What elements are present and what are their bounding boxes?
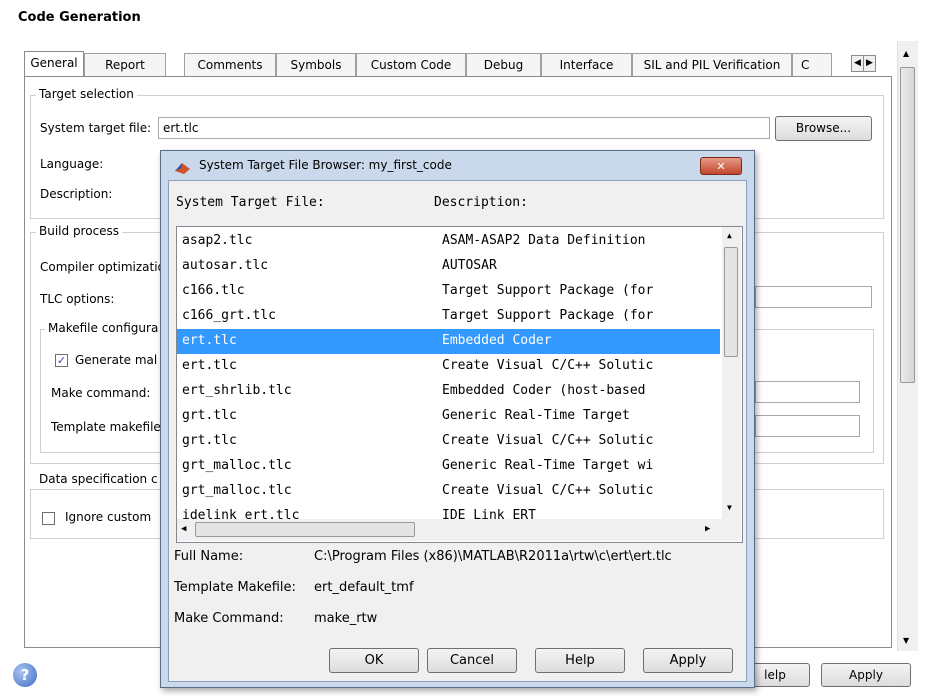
make-command-value: make_rtw bbox=[314, 611, 378, 626]
list-horizontal-scrollbar[interactable]: ◀ ▶ bbox=[177, 519, 741, 541]
main-vertical-scrollbar[interactable]: ▲ ▼ bbox=[897, 41, 918, 651]
template-makefile-label: Template Makefile: bbox=[174, 580, 296, 595]
list-item-description: Generic Real-Time Target wi bbox=[442, 458, 654, 473]
list-scroll-right-icon[interactable]: ▶ bbox=[705, 524, 710, 534]
list-item-description: Generic Real-Time Target bbox=[442, 408, 630, 423]
template-makefile-field[interactable] bbox=[755, 415, 860, 437]
list-item-file: grt_malloc.tlc bbox=[182, 483, 292, 498]
list-scroll-thumb[interactable] bbox=[724, 247, 738, 357]
column-header-description: Description: bbox=[434, 195, 528, 210]
tab-interface[interactable]: Interface bbox=[541, 53, 632, 76]
tab-sil-pil[interactable]: SIL and PIL Verification bbox=[632, 53, 792, 76]
dialog-body: System Target File: Description: asap2.t… bbox=[168, 180, 747, 682]
full-name-label: Full Name: bbox=[174, 549, 244, 564]
matlab-icon bbox=[175, 163, 190, 174]
scroll-up-icon[interactable]: ▲ bbox=[903, 49, 909, 58]
browse-button[interactable]: Browse... bbox=[775, 116, 872, 141]
scroll-down-icon[interactable]: ▼ bbox=[903, 636, 909, 645]
dialog-title: System Target File Browser: my_first_cod… bbox=[199, 158, 452, 172]
list-item-description: Target Support Package (for bbox=[442, 283, 654, 298]
tab-general[interactable]: General bbox=[24, 51, 84, 76]
tab-report[interactable]: Report bbox=[84, 53, 166, 76]
build-process-title: Build process bbox=[36, 224, 123, 238]
make-command-label: Make command: bbox=[51, 386, 151, 400]
list-item[interactable]: c166_grt.tlc Target Support Package (for bbox=[177, 304, 720, 329]
list-item-description: Embedded Coder (host-based bbox=[442, 383, 646, 398]
list-item[interactable]: grt.tlc Create Visual C/C++ Solutic bbox=[177, 429, 720, 454]
apply-button[interactable]: Apply bbox=[643, 648, 733, 673]
help-icon[interactable]: ? bbox=[13, 663, 37, 687]
list-item-description: Target Support Package (for bbox=[442, 308, 654, 323]
cancel-button[interactable]: Cancel bbox=[427, 648, 517, 673]
full-name-value: C:\Program Files (x86)\MATLAB\R2011a\rtw… bbox=[314, 549, 672, 564]
description-label: Description: bbox=[40, 187, 113, 201]
column-header-file: System Target File: bbox=[176, 195, 325, 210]
system-target-field[interactable]: ert.tlc bbox=[158, 117, 770, 139]
list-item[interactable]: grt_malloc.tlc Create Visual C/C++ Soluti… bbox=[177, 479, 720, 504]
list-item[interactable]: asap2.tlc ASAM-ASAP2 Data Definition bbox=[177, 229, 720, 254]
list-item[interactable]: grt.tlc Generic Real-Time Target bbox=[177, 404, 720, 429]
tab-symbols[interactable]: Symbols bbox=[276, 53, 356, 76]
list-scroll-left-icon[interactable]: ◀ bbox=[181, 524, 186, 534]
list-item-description: Embedded Coder bbox=[442, 333, 552, 348]
tab-debug[interactable]: Debug bbox=[466, 53, 541, 76]
tab-comments[interactable]: Comments bbox=[184, 53, 276, 76]
help-button[interactable]: Help bbox=[535, 648, 625, 673]
template-makefile-label: Template makefile bbox=[51, 420, 161, 434]
list-item-file: grt_malloc.tlc bbox=[182, 458, 292, 473]
list-item-description: Create Visual C/C++ Solutic bbox=[442, 433, 654, 448]
list-item-file: ert_shrlib.tlc bbox=[182, 383, 292, 398]
make-command-label: Make Command: bbox=[174, 611, 284, 626]
language-label: Language: bbox=[40, 157, 104, 171]
list-item-description: ASAM-ASAP2 Data Definition bbox=[442, 233, 646, 248]
list-item-description: AUTOSAR bbox=[442, 258, 497, 273]
generate-makefile-label: Generate mal bbox=[75, 353, 158, 367]
list-item-file: asap2.tlc bbox=[182, 233, 253, 248]
tlc-options-label: TLC options: bbox=[40, 292, 115, 306]
list-item[interactable]: autosar.tlc AUTOSAR bbox=[177, 254, 720, 279]
generate-makefile-checkbox[interactable]: ✓ bbox=[55, 354, 68, 367]
ok-button[interactable]: OK bbox=[329, 648, 419, 673]
list-item-description: Create Visual C/C++ Solutic bbox=[442, 358, 654, 373]
makefile-config-title: Makefile configura bbox=[45, 321, 162, 335]
apply-button[interactable]: Apply bbox=[821, 663, 911, 687]
list-item[interactable]: grt_malloc.tlc Generic Real-Time Target w… bbox=[177, 454, 720, 479]
list-item-file: autosar.tlc bbox=[182, 258, 269, 273]
tab-scroll-right-icon[interactable]: ▶ bbox=[863, 55, 876, 72]
list-item-file: ert.tlc bbox=[182, 358, 237, 373]
tab-custom-code[interactable]: Custom Code bbox=[356, 53, 466, 76]
close-icon[interactable]: ✕ bbox=[700, 157, 742, 175]
data-spec-title: Data specification c bbox=[36, 472, 161, 486]
ignore-custom-checkbox[interactable] bbox=[42, 512, 55, 525]
list-scroll-down-icon[interactable]: ▼ bbox=[727, 503, 732, 512]
list-item[interactable]: ert_shrlib.tlc Embedded Coder (host-based bbox=[177, 379, 720, 404]
ignore-custom-label: Ignore custom bbox=[65, 510, 152, 524]
tab-partial[interactable]: C bbox=[792, 53, 832, 76]
system-target-label: System target file: bbox=[40, 121, 152, 135]
list-item-file: c166.tlc bbox=[182, 283, 245, 298]
list-item[interactable]: ert.tlc Embedded Coder bbox=[177, 329, 720, 354]
target-file-list[interactable]: asap2.tlc ASAM-ASAP2 Data Definition autos… bbox=[176, 226, 743, 543]
list-item-file: grt.tlc bbox=[182, 408, 237, 423]
list-item-description: Create Visual C/C++ Solutic bbox=[442, 483, 654, 498]
compiler-optimization-label: Compiler optimizatio bbox=[40, 260, 165, 274]
target-file-browser-dialog: System Target File Browser: my_first_cod… bbox=[160, 150, 755, 688]
template-makefile-value: ert_default_tmf bbox=[314, 580, 414, 595]
list-item-file: c166_grt.tlc bbox=[182, 308, 276, 323]
list-item-file: ert.tlc bbox=[182, 333, 237, 348]
list-item[interactable]: c166.tlc Target Support Package (for bbox=[177, 279, 720, 304]
list-item[interactable]: ert.tlc Create Visual C/C++ Solutic bbox=[177, 354, 720, 379]
list-vertical-scrollbar[interactable]: ▲ ▼ bbox=[722, 227, 741, 519]
target-selection-title: Target selection bbox=[36, 87, 137, 101]
make-command-field[interactable] bbox=[755, 381, 860, 403]
tlc-options-field[interactable] bbox=[755, 286, 872, 308]
list-hscroll-thumb[interactable] bbox=[195, 522, 415, 537]
page-title: Code Generation bbox=[18, 10, 141, 25]
list-scroll-up-icon[interactable]: ▲ bbox=[727, 231, 732, 240]
list-item-file: grt.tlc bbox=[182, 433, 237, 448]
scroll-thumb[interactable] bbox=[900, 67, 915, 383]
